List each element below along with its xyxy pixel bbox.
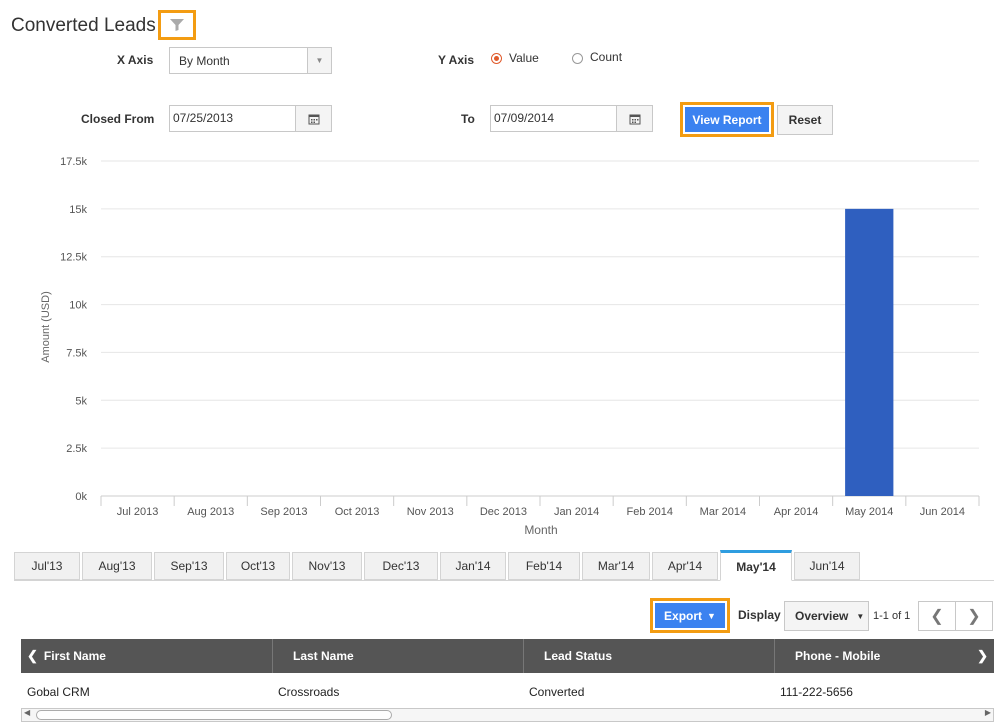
closed-from-label: Closed From <box>81 112 155 126</box>
tab-dec-13[interactable]: Dec'13 <box>364 552 438 580</box>
chevron-left-icon[interactable]: ❮ <box>27 648 38 664</box>
chevron-right-icon[interactable]: ❯ <box>977 648 988 664</box>
y-tick-label: 12.5k <box>60 252 87 264</box>
export-button[interactable]: Export ▼ <box>655 603 725 628</box>
column-last-name[interactable]: Last Name <box>273 639 524 673</box>
display-value: Overview <box>795 609 849 623</box>
x-axis-value: By Month <box>179 54 230 68</box>
x-tick-label: Jan 2014 <box>554 506 599 518</box>
chevron-left-icon: ❮ <box>930 608 944 625</box>
y-axis-count-radio[interactable] <box>572 53 583 64</box>
x-tick-label: Sep 2013 <box>260 506 307 518</box>
column-phone-mobile[interactable]: Phone - Mobile ❯ <box>775 639 994 673</box>
tab-may-14[interactable]: May'14 <box>720 550 792 581</box>
x-axis-title: Month <box>524 523 557 537</box>
tab-mar-14[interactable]: Mar'14 <box>582 552 650 580</box>
chevron-down-icon: ▼ <box>307 48 331 73</box>
tab-divider <box>14 580 994 581</box>
y-axis-value-label: Value <box>509 51 539 65</box>
y-axis-label: Y Axis <box>438 53 475 67</box>
next-page-button[interactable]: ❯ <box>955 601 993 631</box>
pagination-text: 1-1 of 1 <box>873 610 911 622</box>
column-label: Lead Status <box>544 649 613 663</box>
filter-button[interactable] <box>158 10 196 40</box>
table-header: ❮ First Name Last Name Lead Status Phone… <box>21 639 994 673</box>
cell-last-name: Crossroads <box>278 685 340 699</box>
column-lead-status[interactable]: Lead Status <box>524 639 775 673</box>
y-axis-count-label: Count <box>590 50 623 64</box>
x-tick-label: Mar 2014 <box>700 506 746 518</box>
y-tick-label: 15k <box>69 204 87 216</box>
tab-jan-14[interactable]: Jan'14 <box>440 552 506 580</box>
column-label: First Name <box>43 649 106 663</box>
column-first-name[interactable]: ❮ First Name <box>21 639 273 673</box>
x-tick-label: Feb 2014 <box>627 506 673 518</box>
y-tick-label: 7.5k <box>66 347 87 359</box>
x-tick-label: Aug 2013 <box>187 506 234 518</box>
y-tick-label: 5k <box>75 395 87 407</box>
tab-nov-13[interactable]: Nov'13 <box>292 552 362 580</box>
calendar-icon[interactable] <box>616 106 652 131</box>
to-date-value: 07/09/2014 <box>494 111 555 125</box>
tab-jun-14[interactable]: Jun'14 <box>794 552 860 580</box>
column-label: Phone - Mobile <box>795 649 881 663</box>
bar-chart: 0k 2.5k 5k 7.5k 10k 12.5k 15k 17.5k Jul 2013 Aug… <box>40 156 980 537</box>
tab-feb-14[interactable]: Feb'14 <box>508 552 580 580</box>
caret-down-icon: ▼ <box>707 610 716 621</box>
scrollbar-thumb[interactable] <box>36 710 392 720</box>
display-select[interactable]: Overview ▼ <box>784 601 869 631</box>
bar[interactable] <box>845 208 894 496</box>
closed-from-field[interactable]: 07/25/2013 <box>169 105 332 132</box>
export-label: Export <box>664 608 703 623</box>
cell-lead-status: Converted <box>529 685 585 699</box>
to-date-field[interactable]: 07/09/2014 <box>490 105 653 132</box>
scroll-left-icon[interactable]: ◀ <box>24 708 30 717</box>
x-axis-select[interactable]: By Month ▼ <box>169 47 332 74</box>
scroll-right-icon[interactable]: ▶ <box>985 708 991 717</box>
y-tick-label: 2.5k <box>66 443 87 455</box>
tab-oct-13[interactable]: Oct'13 <box>226 552 290 580</box>
x-tick-label: Jun 2014 <box>920 506 965 518</box>
y-tick-label: 17.5k <box>60 156 87 168</box>
horizontal-scrollbar[interactable]: ◀ ▶ <box>21 708 994 722</box>
caret-down-icon: ▼ <box>856 611 865 621</box>
display-label: Display <box>738 608 781 622</box>
x-tick-label: May 2014 <box>845 506 893 518</box>
tab-apr-14[interactable]: Apr'14 <box>652 552 718 580</box>
to-label: To <box>461 112 475 126</box>
month-tabs: Jul'13 Aug'13 Sep'13 Oct'13 Nov'13 Dec'13 Jan'… <box>14 550 994 581</box>
cell-first-name: Gobal CRM <box>27 685 90 699</box>
reset-button[interactable]: Reset <box>777 105 833 135</box>
cell-phone-mobile: 111-222-5656 <box>780 685 853 699</box>
chevron-right-icon: ❯ <box>967 608 981 625</box>
view-report-button[interactable]: View Report <box>685 107 769 132</box>
filter-icon <box>170 19 184 31</box>
y-tick-label: 0k <box>75 491 87 503</box>
closed-from-value: 07/25/2013 <box>173 111 234 125</box>
column-label: Last Name <box>293 649 354 663</box>
tab-jul-13[interactable]: Jul'13 <box>14 552 80 580</box>
y-tick-label: 10k <box>69 300 87 312</box>
calendar-icon[interactable] <box>295 106 331 131</box>
x-tick-label: Apr 2014 <box>774 506 819 518</box>
x-tick-label: Oct 2013 <box>335 506 380 518</box>
prev-page-button[interactable]: ❮ <box>918 601 956 631</box>
x-axis-label: X Axis <box>117 53 154 67</box>
x-tick-label: Nov 2013 <box>407 506 454 518</box>
tab-sep-13[interactable]: Sep'13 <box>154 552 224 580</box>
y-axis-value-radio[interactable] <box>491 53 502 64</box>
x-tick-label: Jul 2013 <box>117 506 159 518</box>
tab-aug-13[interactable]: Aug'13 <box>82 552 152 580</box>
x-tick-label: Dec 2013 <box>480 506 527 518</box>
page-title: Converted Leads <box>11 15 156 36</box>
y-axis-title: Amount (USD) <box>40 291 52 363</box>
